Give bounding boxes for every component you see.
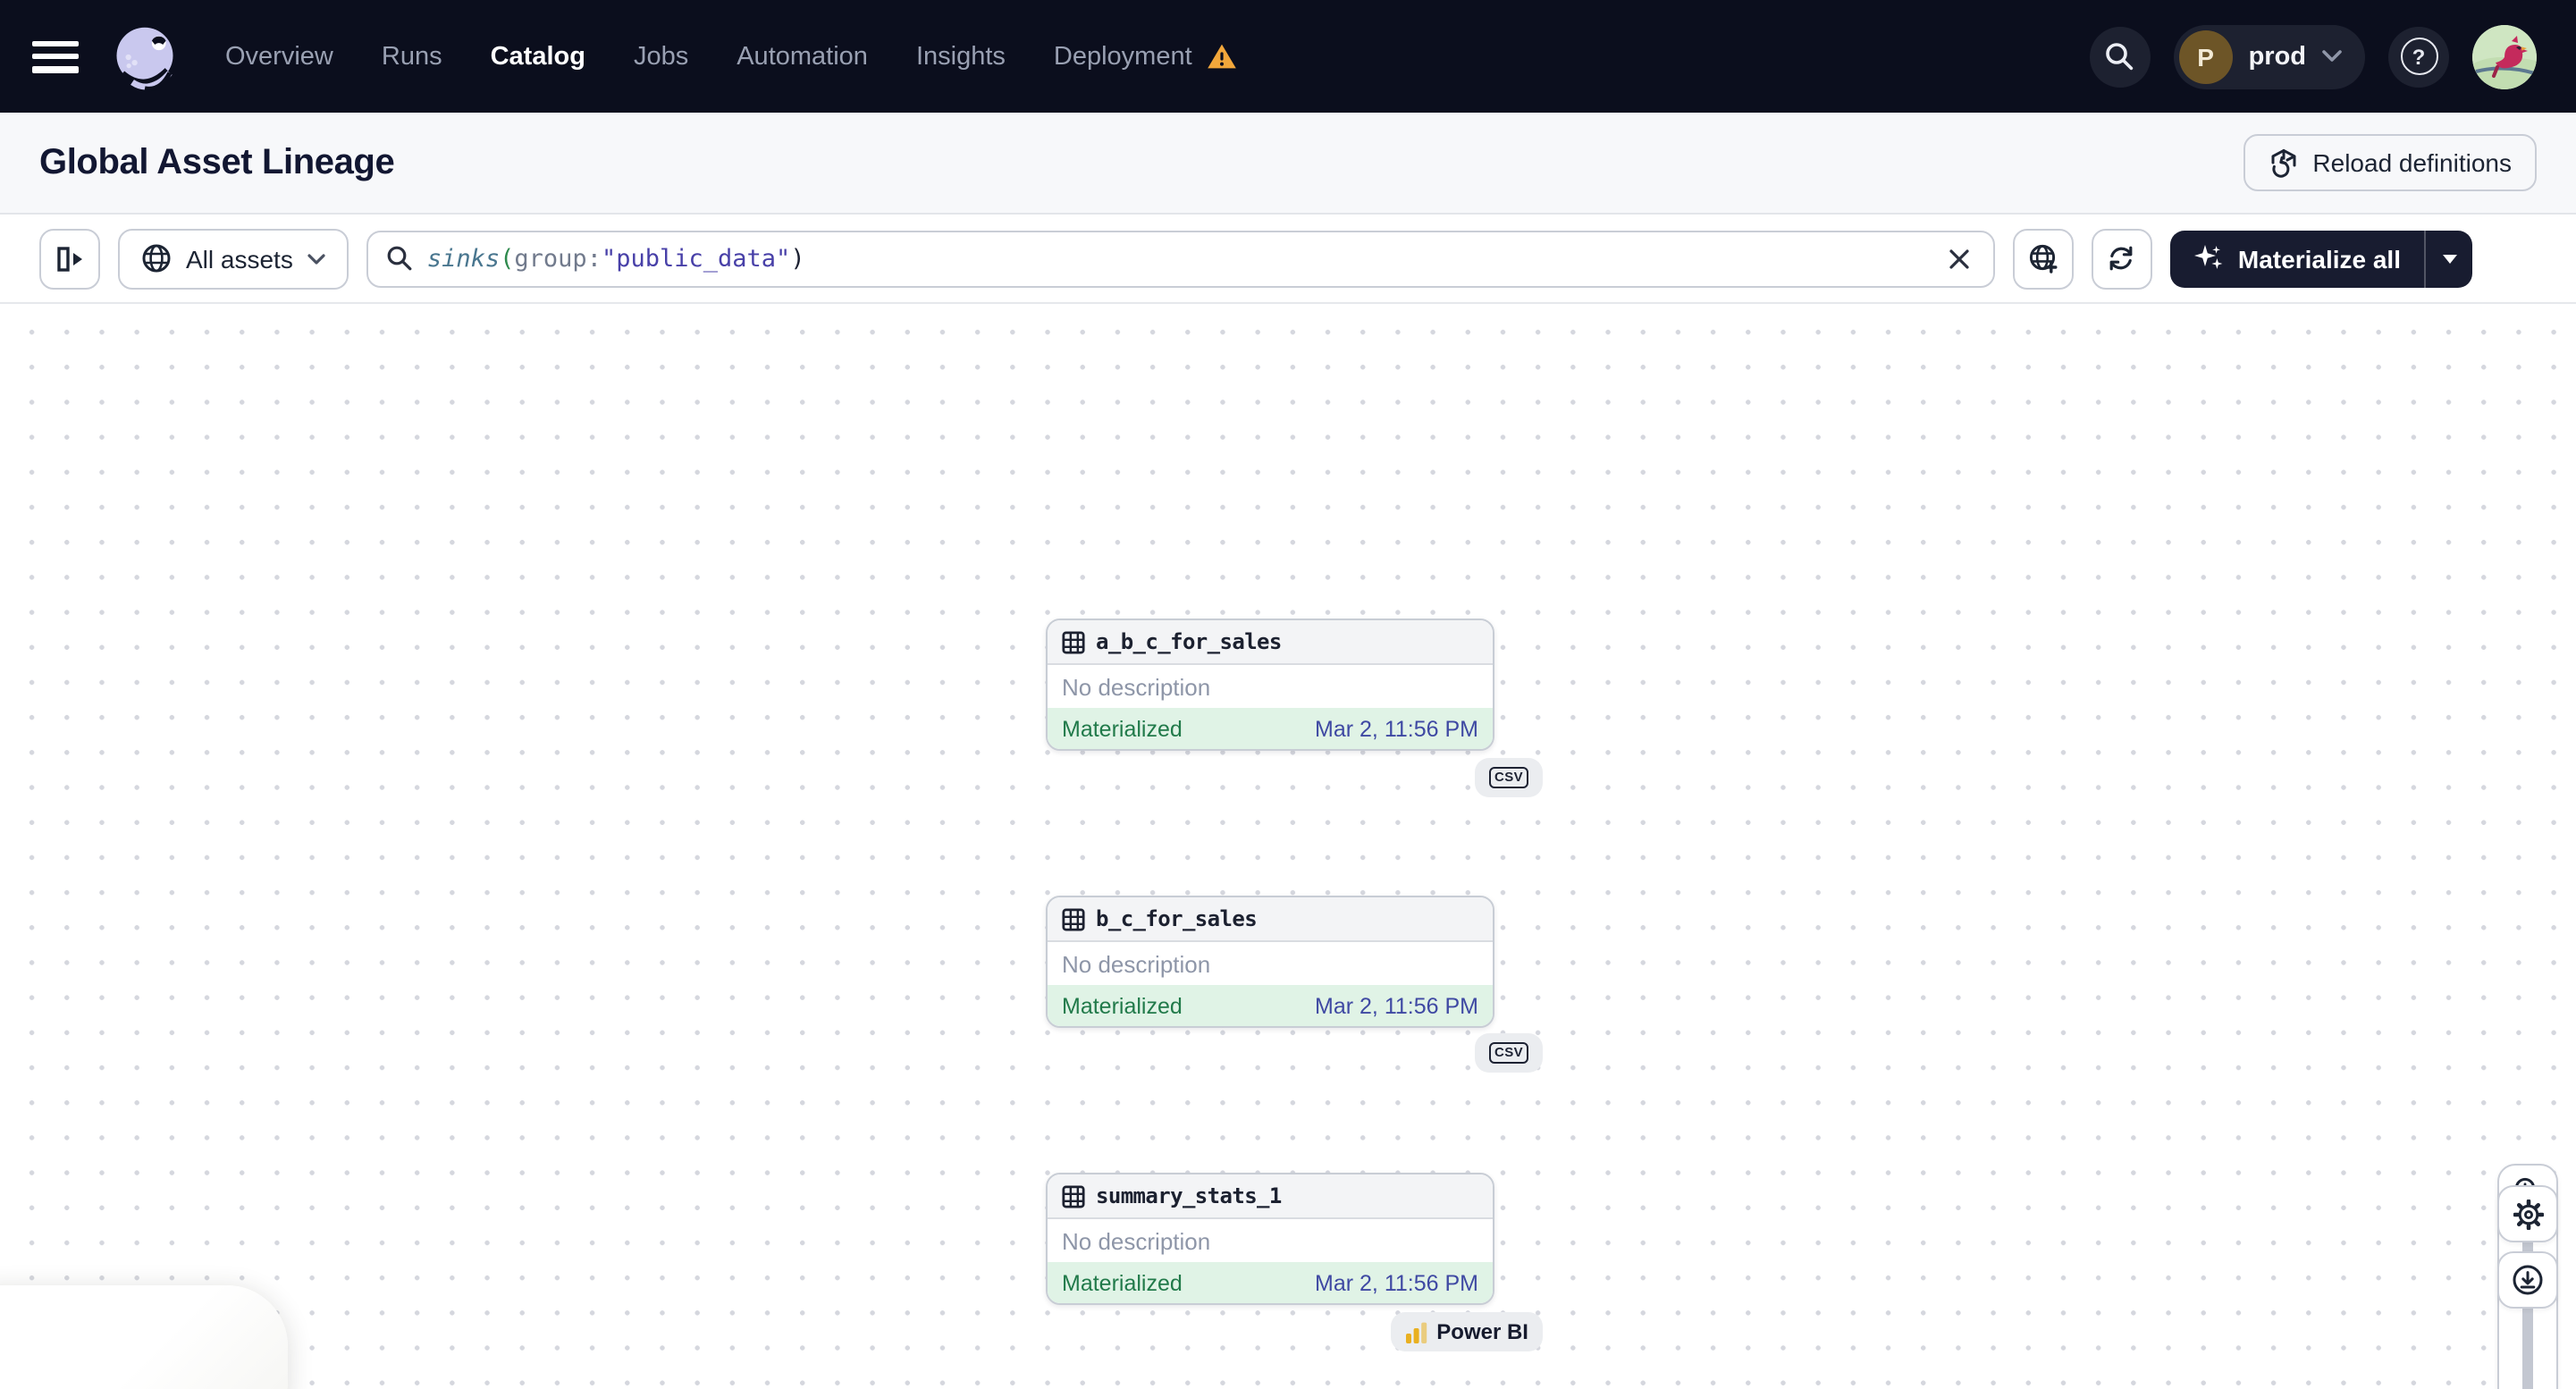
nav-item-catalog[interactable]: Catalog xyxy=(491,42,585,71)
close-icon xyxy=(1949,248,1969,268)
materialize-options-button[interactable] xyxy=(2424,230,2472,287)
materialization-timestamp: Mar 2, 11:56 PM xyxy=(1315,993,1478,1018)
help-icon: ? xyxy=(2400,38,2437,75)
globe-icon xyxy=(142,244,171,273)
page-title: Global Asset Lineage xyxy=(39,142,395,181)
refresh-icon xyxy=(2110,246,2134,271)
materialize-all-split-button: Materialize all xyxy=(2169,230,2472,287)
asset-query-text: sinks(group:"public_data") xyxy=(426,244,805,273)
reload-definitions-button[interactable]: Reload definitions xyxy=(2243,134,2537,191)
download-graph-button[interactable] xyxy=(2497,1251,2558,1309)
asset-description: No description xyxy=(1062,1227,1211,1254)
clear-query-button[interactable] xyxy=(1940,239,1979,278)
toggle-sidebar-button[interactable] xyxy=(39,228,100,289)
menu-icon[interactable] xyxy=(32,40,79,72)
gear-icon xyxy=(2513,1199,2543,1229)
search-button[interactable] xyxy=(2089,26,2151,87)
asset-node[interactable]: summary_stats_1 No description Materiali… xyxy=(1046,1173,1494,1305)
search-icon xyxy=(387,246,412,271)
chevron-down-icon xyxy=(307,253,325,264)
compute-kind-tag-power-bi[interactable]: Power BI xyxy=(1390,1312,1543,1351)
cardinal-avatar-image xyxy=(2472,24,2537,88)
nav-item-jobs[interactable]: Jobs xyxy=(634,42,688,71)
asset-node-header: summary_stats_1 xyxy=(1048,1174,1493,1219)
minimap-panel xyxy=(0,1285,288,1389)
environment-avatar: P xyxy=(2178,29,2233,83)
reload-definitions-icon xyxy=(2270,147,2295,177)
table-icon xyxy=(1062,630,1085,653)
top-nav: Overview Runs Catalog Jobs Automation In… xyxy=(0,0,2576,113)
power-bi-label: Power BI xyxy=(1436,1319,1528,1344)
asset-node-header: a_b_c_for_sales xyxy=(1048,620,1493,665)
dagster-logo-icon[interactable] xyxy=(107,19,182,94)
nav-item-deployment[interactable]: Deployment xyxy=(1054,42,1237,71)
page-header: Global Asset Lineage Reload definitions xyxy=(0,113,2576,215)
asset-name: a_b_c_for_sales xyxy=(1096,629,1282,654)
asset-node[interactable]: b_c_for_sales No description Materialize… xyxy=(1046,896,1494,1028)
csv-icon: CSV xyxy=(1488,767,1529,788)
refresh-button[interactable] xyxy=(2091,228,2152,289)
nav-links: Overview Runs Catalog Jobs Automation In… xyxy=(225,42,1237,71)
status-badge: Materialized xyxy=(1062,716,1183,741)
nav-item-automation[interactable]: Automation xyxy=(737,42,868,71)
sparkles-icon xyxy=(2193,245,2223,269)
nav-item-runs[interactable]: Runs xyxy=(382,42,442,71)
environment-switcher[interactable]: P prod xyxy=(2173,24,2365,88)
status-badge: Materialized xyxy=(1062,993,1183,1018)
asset-status-row: Materialized Mar 2, 11:56 PM xyxy=(1048,708,1493,749)
table-icon xyxy=(1062,1184,1085,1208)
asset-node[interactable]: a_b_c_for_sales No description Materiali… xyxy=(1046,619,1494,751)
visualize-scope-button[interactable] xyxy=(2012,228,2074,289)
search-icon xyxy=(2106,43,2134,71)
materialization-timestamp: Mar 2, 11:56 PM xyxy=(1315,1270,1478,1295)
table-icon xyxy=(1062,907,1085,930)
chevron-down-icon xyxy=(2322,50,2342,62)
lineage-toolbar: All assets sinks(group:"public_data") Ma… xyxy=(0,215,2576,304)
asset-status-row: Materialized Mar 2, 11:56 PM xyxy=(1048,1262,1493,1303)
caret-down-icon xyxy=(2442,254,2456,263)
asset-scope-dropdown[interactable]: All assets xyxy=(118,228,349,289)
globe-add-icon xyxy=(2029,243,2058,273)
asset-status-row: Materialized Mar 2, 11:56 PM xyxy=(1048,985,1493,1026)
download-icon xyxy=(2513,1265,2543,1295)
panel-expand-icon xyxy=(56,246,81,271)
nav-item-insights[interactable]: Insights xyxy=(916,42,1006,71)
user-avatar[interactable] xyxy=(2472,24,2537,88)
lineage-canvas[interactable]: a_b_c_for_sales No description Materiali… xyxy=(0,304,2576,1389)
csv-icon: CSV xyxy=(1488,1042,1529,1064)
asset-description: No description xyxy=(1062,950,1211,977)
asset-node-header: b_c_for_sales xyxy=(1048,897,1493,942)
app-window: Overview Runs Catalog Jobs Automation In… xyxy=(0,0,2576,1389)
power-bi-icon xyxy=(1405,1321,1427,1343)
materialize-all-button[interactable]: Materialize all xyxy=(2170,230,2424,287)
compute-kind-tag-csv[interactable]: CSV xyxy=(1475,758,1543,797)
warning-icon xyxy=(1207,44,1236,69)
graph-settings-button[interactable] xyxy=(2497,1185,2558,1242)
status-badge: Materialized xyxy=(1062,1270,1183,1295)
environment-name: prod xyxy=(2248,42,2306,71)
materialization-timestamp: Mar 2, 11:56 PM xyxy=(1315,716,1478,741)
help-button[interactable]: ? xyxy=(2388,26,2449,87)
asset-query-input[interactable]: sinks(group:"public_data") xyxy=(366,230,1995,287)
nav-item-overview[interactable]: Overview xyxy=(225,42,333,71)
nav-right: P prod ? xyxy=(2089,24,2537,88)
compute-kind-tag-csv[interactable]: CSV xyxy=(1475,1033,1543,1073)
asset-description: No description xyxy=(1062,673,1211,700)
asset-name: b_c_for_sales xyxy=(1096,906,1258,931)
asset-name: summary_stats_1 xyxy=(1096,1183,1282,1208)
